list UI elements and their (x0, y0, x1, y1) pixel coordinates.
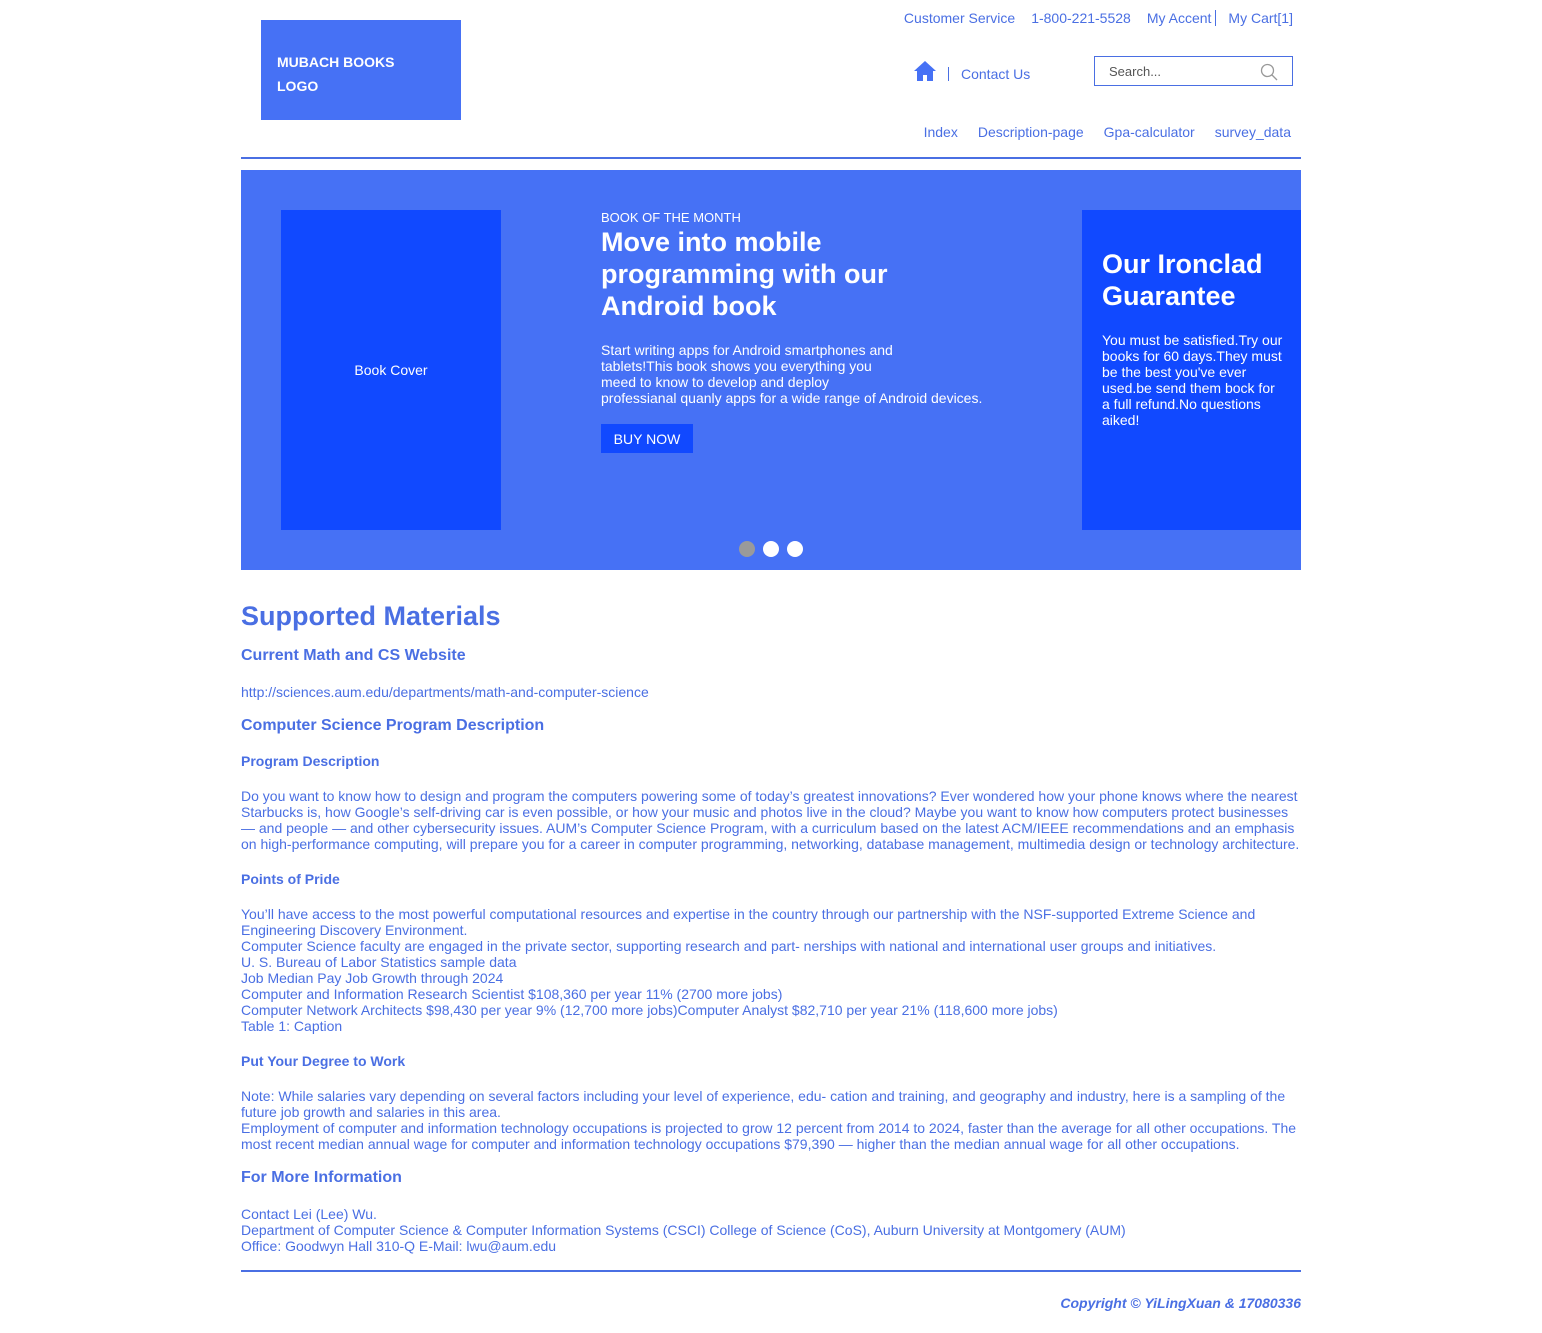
text-line: Engineering Discovery Environment. (241, 922, 468, 938)
guarantee-text: You must be satisfied.Try our books for … (1102, 332, 1283, 428)
subsection-heading: Put Your Degree to Work (241, 1053, 406, 1069)
points-of-pride: You’ll have access to the most powerful … (241, 906, 1301, 1034)
table-caption: Table 1: Caption (241, 1018, 343, 1034)
header-divider (241, 157, 1301, 159)
text-line: Note: While salaries vary depending on s… (241, 1088, 1286, 1104)
hero-title: Move into mobile programming with our An… (601, 227, 888, 321)
text-line: most recent median annual wage for compu… (241, 1136, 1240, 1152)
search-input[interactable] (1095, 57, 1255, 85)
book-cover-label: Book Cover (354, 362, 428, 378)
carousel-indicators (739, 541, 803, 557)
hero-description-line: professianal quanly apps for a wide rang… (601, 390, 983, 406)
carousel-dot-1[interactable] (739, 541, 755, 557)
carousel-dot-2[interactable] (763, 541, 779, 557)
main-nav: Index Description-page Gpa-calculator su… (924, 124, 1291, 140)
customer-service-link[interactable]: Customer Service (904, 10, 1015, 26)
top-links: Customer Service 1-800-221-5528 My Accen… (904, 10, 1293, 26)
main-content: Supported Materials Current Math and CS … (241, 600, 1301, 1254)
account-link[interactable]: My Accent (1147, 10, 1212, 26)
nav-survey-data[interactable]: survey_data (1215, 124, 1291, 140)
divider (948, 67, 949, 81)
hero-carousel: Book Cover BOOK OF THE MONTH Move into m… (241, 170, 1301, 570)
text-line: Starbucks is, how Google’s self-driving … (241, 804, 1289, 820)
text-line: Computer and Information Research Scient… (241, 986, 783, 1002)
text-line: Do you want to know how to design and pr… (241, 788, 1298, 804)
text-line: — and people — and other cybersecurity i… (241, 820, 1295, 836)
hero-description-line: Start writing apps for Android smartphon… (601, 342, 893, 358)
nav-index[interactable]: Index (924, 124, 958, 140)
carousel-dot-3[interactable] (787, 541, 803, 557)
hero-description-line: tablets!This book shows you everything y… (601, 358, 872, 374)
nav-description-page[interactable]: Description-page (978, 124, 1084, 140)
guarantee-title: Our Ironclad Guarantee (1102, 249, 1263, 311)
contact-row: Contact Us (948, 66, 1030, 82)
page: MUBACH BOOKS LOGO Customer Service 1-800… (241, 0, 1301, 1333)
more-information: Contact Lei (Lee) Wu. Department of Comp… (241, 1206, 1301, 1254)
home-icon[interactable] (913, 60, 937, 82)
text-line: Contact Lei (Lee) Wu. (241, 1206, 377, 1222)
cart-link[interactable]: My Cart[1] (1228, 10, 1293, 26)
text-line: Department of Computer Science & Compute… (241, 1222, 1126, 1238)
degree-to-work: Note: While salaries vary depending on s… (241, 1088, 1301, 1152)
text-line: Job Median Pay Job Growth through 2024 (241, 970, 504, 986)
nav-gpa-calculator[interactable]: Gpa-calculator (1104, 124, 1195, 140)
text-line: on high-performance computing, will prep… (241, 836, 1300, 852)
hero-description-line: meed to know to develop and deploy (601, 374, 830, 390)
phone-link[interactable]: 1-800-221-5528 (1031, 10, 1131, 26)
hero-description: Start writing apps for Android smartphon… (601, 342, 1001, 406)
book-cover: Book Cover (281, 210, 501, 530)
section-heading: Computer Science Program Description (241, 717, 545, 734)
text-line: You’ll have access to the most powerful … (241, 906, 1256, 922)
subsection-heading: Program Description (241, 753, 380, 769)
subsection-heading: Points of Pride (241, 871, 340, 887)
text-line: Employment of computer and information t… (241, 1120, 1297, 1136)
logo[interactable]: MUBACH BOOKS LOGO (261, 20, 461, 120)
page-title: Supported Materials (241, 601, 501, 631)
section-heading: For More Information (241, 1169, 402, 1186)
text-line: Office: Goodwyn Hall 310-Q E-Mail: lwu@a… (241, 1238, 557, 1254)
website-link[interactable]: http://sciences.aum.edu/departments/math… (241, 684, 1301, 700)
text-line: U. S. Bureau of Labor Statistics sample … (241, 954, 517, 970)
buy-now-button[interactable]: BUY NOW (601, 424, 693, 453)
section-heading: Current Math and CS Website (241, 647, 466, 664)
copyright: Copyright © YiLingXuan & 17080336 (1060, 1295, 1301, 1311)
text-line: future job growth and salaries in this a… (241, 1104, 501, 1120)
search-box (1094, 56, 1293, 86)
guarantee-panel: Our Ironclad Guarantee You must be satis… (1082, 210, 1301, 530)
footer-divider (241, 1270, 1301, 1272)
search-icon[interactable] (1260, 63, 1278, 81)
hero-eyebrow: BOOK OF THE MONTH (601, 210, 741, 225)
program-description: Do you want to know how to design and pr… (241, 788, 1301, 852)
text-line: Computer Science faculty are engaged in … (241, 938, 1217, 954)
divider (1215, 10, 1217, 26)
text-line: Computer Network Architects $98,430 per … (241, 1002, 1058, 1018)
contact-us-link[interactable]: Contact Us (961, 66, 1030, 82)
